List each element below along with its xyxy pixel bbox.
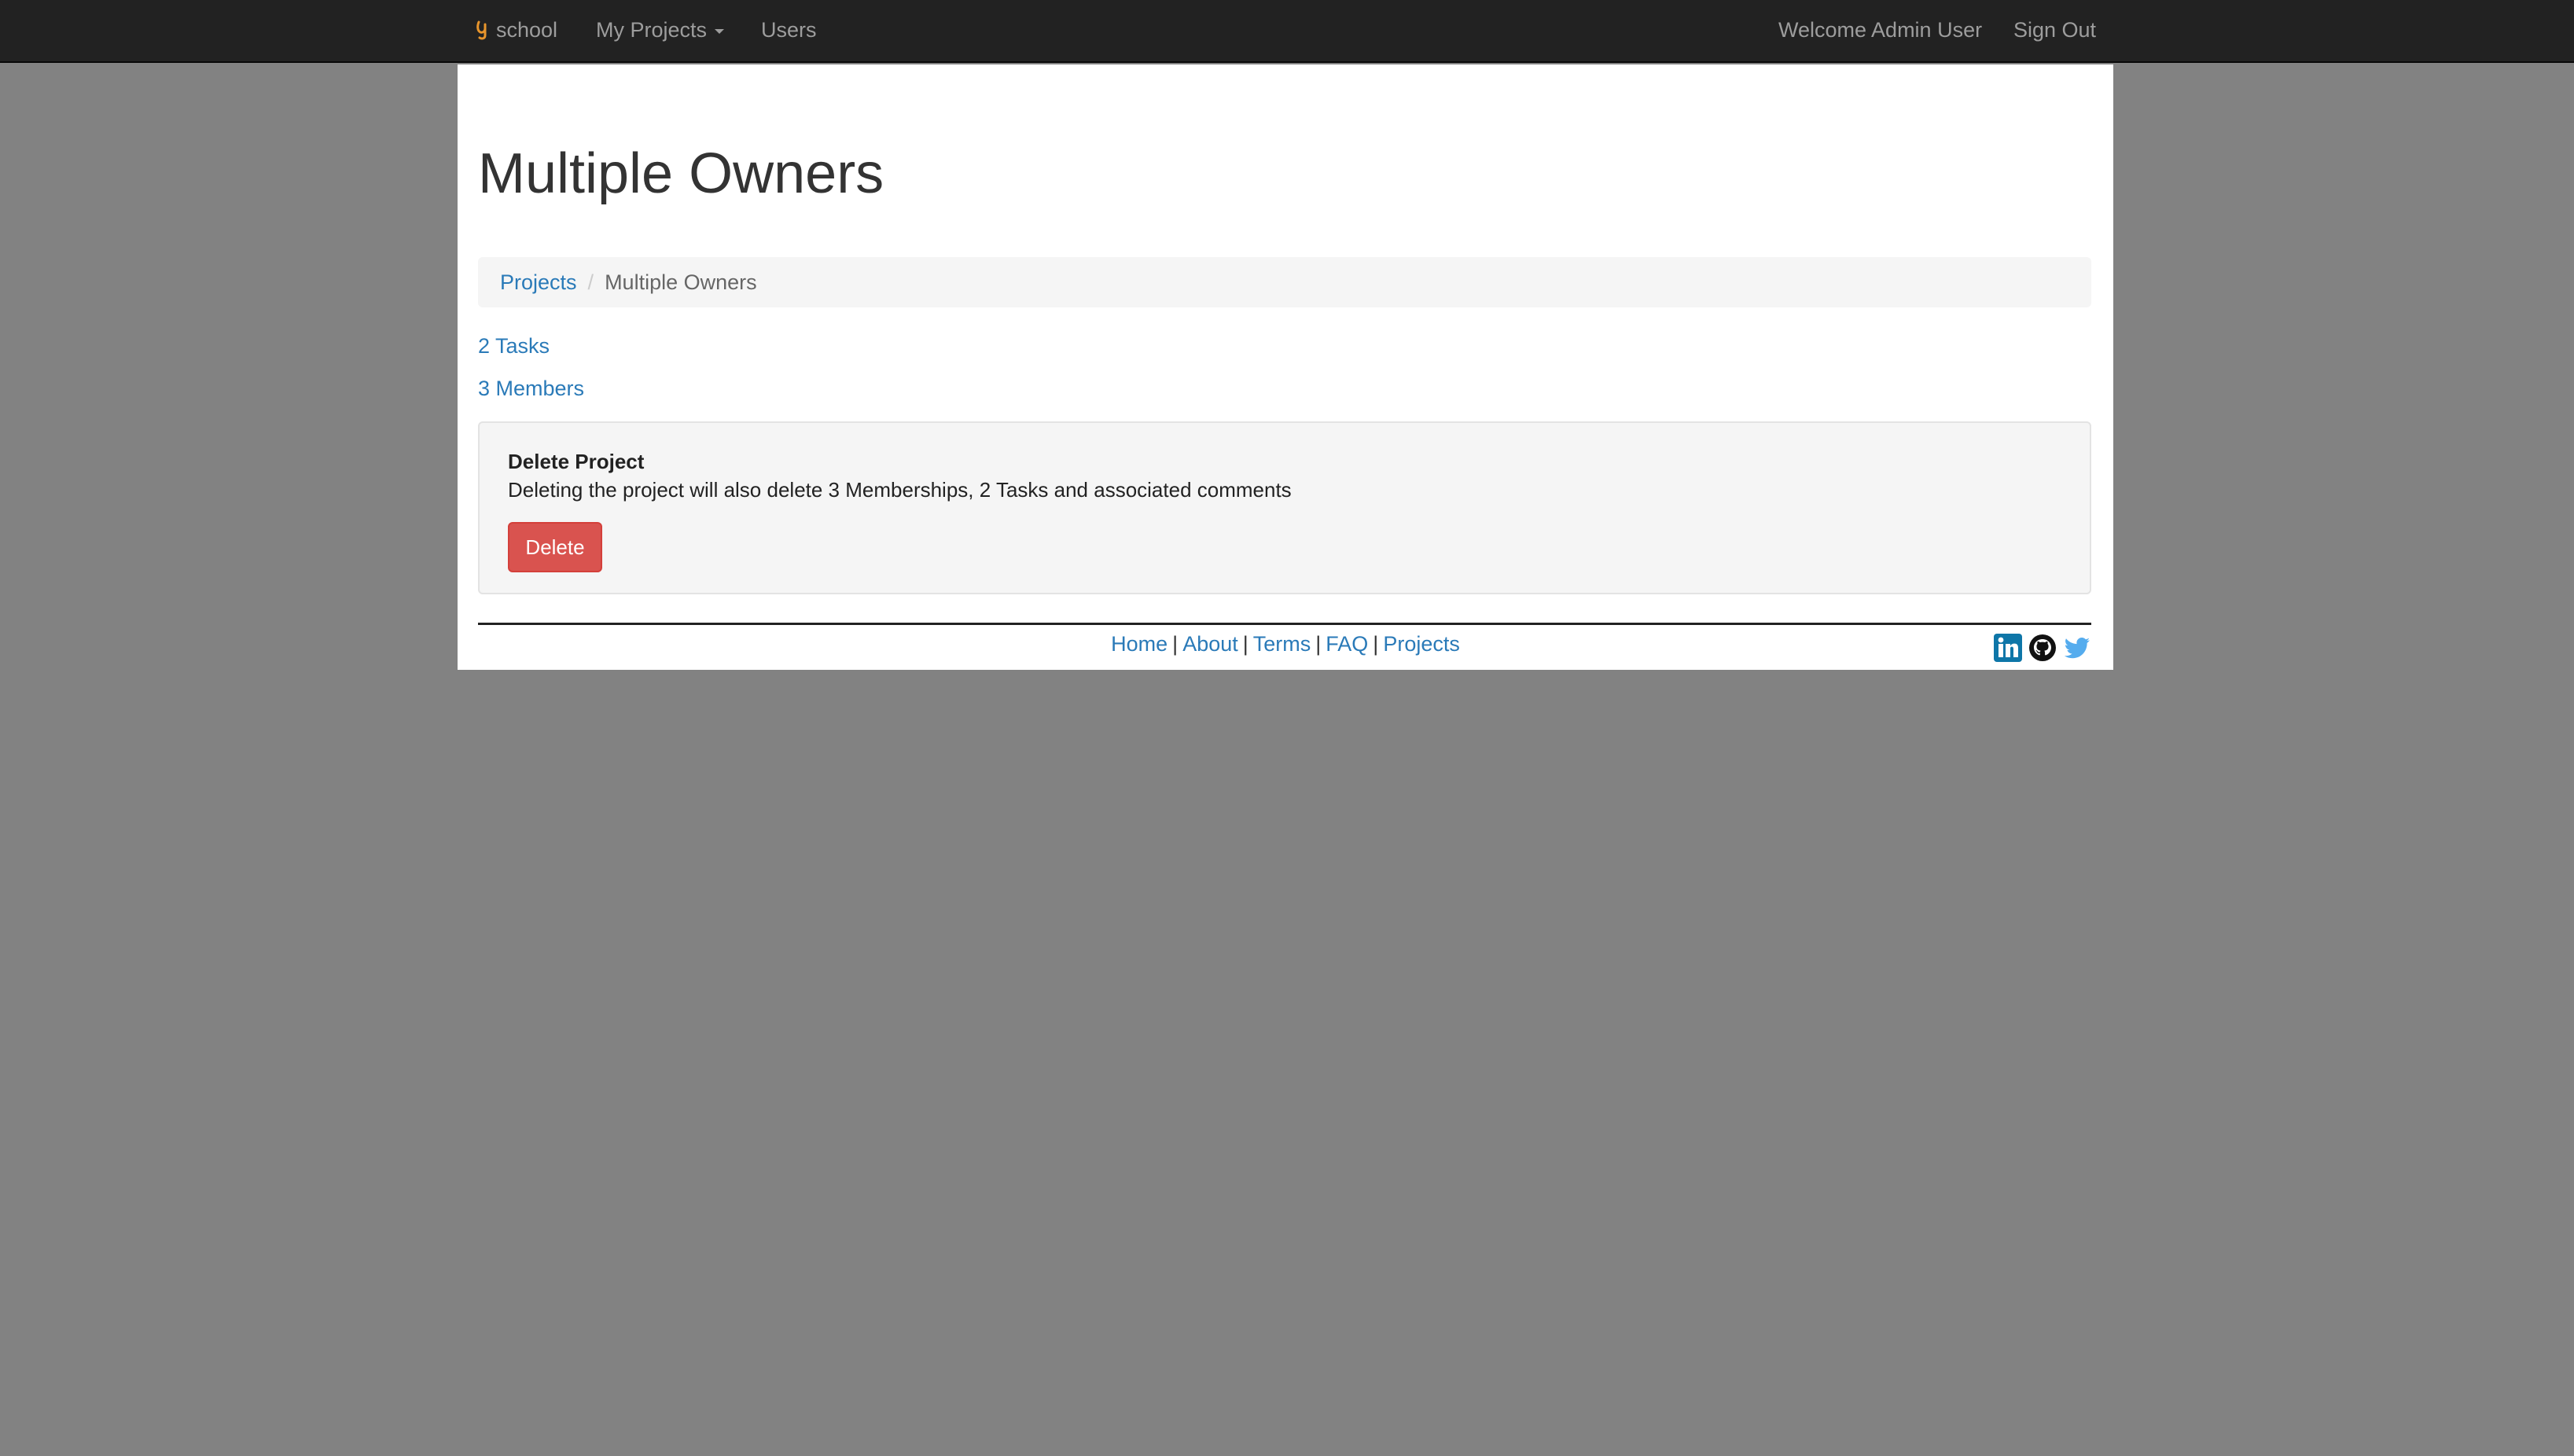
footer-separator: |: [1315, 632, 1322, 656]
footer-separator: |: [1172, 632, 1179, 656]
breadcrumb-projects-link[interactable]: Projects: [500, 270, 577, 295]
github-icon[interactable]: [2028, 634, 2057, 662]
footer-about-link[interactable]: About: [1182, 632, 1238, 656]
breadcrumb-separator: /: [587, 270, 594, 294]
breadcrumb: Projects / Multiple Owners: [478, 257, 2091, 307]
page-title: Multiple Owners: [478, 142, 884, 205]
footer-faq-link[interactable]: FAQ: [1326, 632, 1368, 656]
members-link[interactable]: 3 Members: [478, 377, 584, 401]
breadcrumb-current: Multiple Owners: [605, 270, 757, 294]
delete-project-panel: Delete Project Deleting the project will…: [478, 421, 2091, 594]
main-container: Multiple Owners Projects / Multiple Owne…: [458, 64, 2113, 670]
linkedin-icon[interactable]: [1994, 634, 2022, 662]
welcome-user-link[interactable]: Welcome Admin User: [1778, 14, 1982, 46]
footer-home-link[interactable]: Home: [1111, 632, 1167, 656]
footer-divider: [478, 623, 2091, 625]
delete-project-title: Delete Project: [508, 450, 645, 473]
brand-logo-icon: [476, 20, 490, 40]
footer-links: Home | About | Terms | FAQ | Projects: [458, 632, 2113, 656]
caret-down-icon: [715, 28, 725, 34]
top-navbar: school My Projects Users Welcome Admin U…: [0, 0, 2574, 63]
delete-project-warning: Deleting the project will also delete 3 …: [508, 478, 1292, 502]
footer-separator: |: [1373, 632, 1379, 656]
brand-link[interactable]: school: [476, 14, 557, 46]
sign-out-link[interactable]: Sign Out: [2013, 14, 2096, 46]
delete-button[interactable]: Delete: [508, 522, 602, 572]
nav-my-projects-label: My Projects: [596, 18, 708, 42]
nav-users[interactable]: Users: [761, 14, 817, 46]
footer-projects-link[interactable]: Projects: [1383, 632, 1460, 656]
footer-separator: |: [1242, 632, 1248, 656]
footer-terms-link[interactable]: Terms: [1253, 632, 1311, 656]
twitter-icon[interactable]: [2063, 634, 2091, 662]
tasks-link[interactable]: 2 Tasks: [478, 334, 550, 358]
nav-my-projects-dropdown[interactable]: My Projects: [596, 14, 725, 46]
brand-name: school: [496, 17, 558, 42]
